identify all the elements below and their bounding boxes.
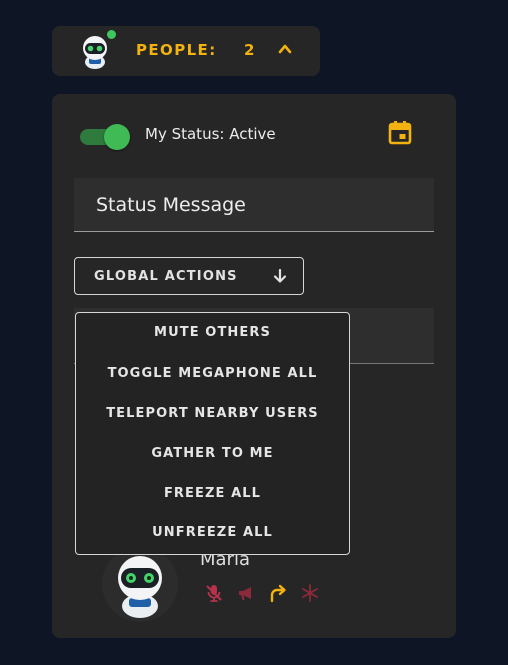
status-message-input[interactable] xyxy=(74,178,434,232)
mic-off-icon[interactable] xyxy=(204,583,224,603)
menu-item-mute-others[interactable]: MUTE OTHERS xyxy=(76,325,349,340)
menu-item-toggle-megaphone-all[interactable]: TOGGLE MEGAPHONE ALL xyxy=(76,366,349,381)
menu-item-unfreeze-all[interactable]: UNFREEZE ALL xyxy=(76,525,349,540)
global-actions-button[interactable]: GLOBAL ACTIONS xyxy=(74,257,304,295)
chevron-up-icon[interactable] xyxy=(277,41,293,57)
menu-item-teleport-nearby-users[interactable]: TELEPORT NEARBY USERS xyxy=(76,406,349,421)
status-toggle[interactable] xyxy=(78,124,132,150)
online-status-dot xyxy=(107,30,116,39)
global-actions-label: GLOBAL ACTIONS xyxy=(94,269,238,284)
freeze-icon[interactable] xyxy=(300,583,320,603)
menu-item-freeze-all[interactable]: FREEZE ALL xyxy=(76,486,349,501)
menu-item-gather-to-me[interactable]: GATHER TO ME xyxy=(76,446,349,461)
teleport-arrow-icon[interactable] xyxy=(268,583,288,603)
megaphone-icon[interactable] xyxy=(236,583,256,603)
calendar-icon[interactable] xyxy=(386,119,414,147)
toggle-knob xyxy=(104,124,130,150)
global-actions-dropdown: MUTE OTHERS TOGGLE MEGAPHONE ALL TELEPOR… xyxy=(75,312,350,555)
people-header[interactable]: PEOPLE: 2 xyxy=(52,26,320,76)
my-status-label: My Status: Active xyxy=(145,125,276,143)
people-label: PEOPLE: xyxy=(136,41,217,59)
arrow-down-icon xyxy=(273,268,287,283)
people-count: 2 xyxy=(244,41,255,59)
user-avatar-icon xyxy=(102,546,178,622)
